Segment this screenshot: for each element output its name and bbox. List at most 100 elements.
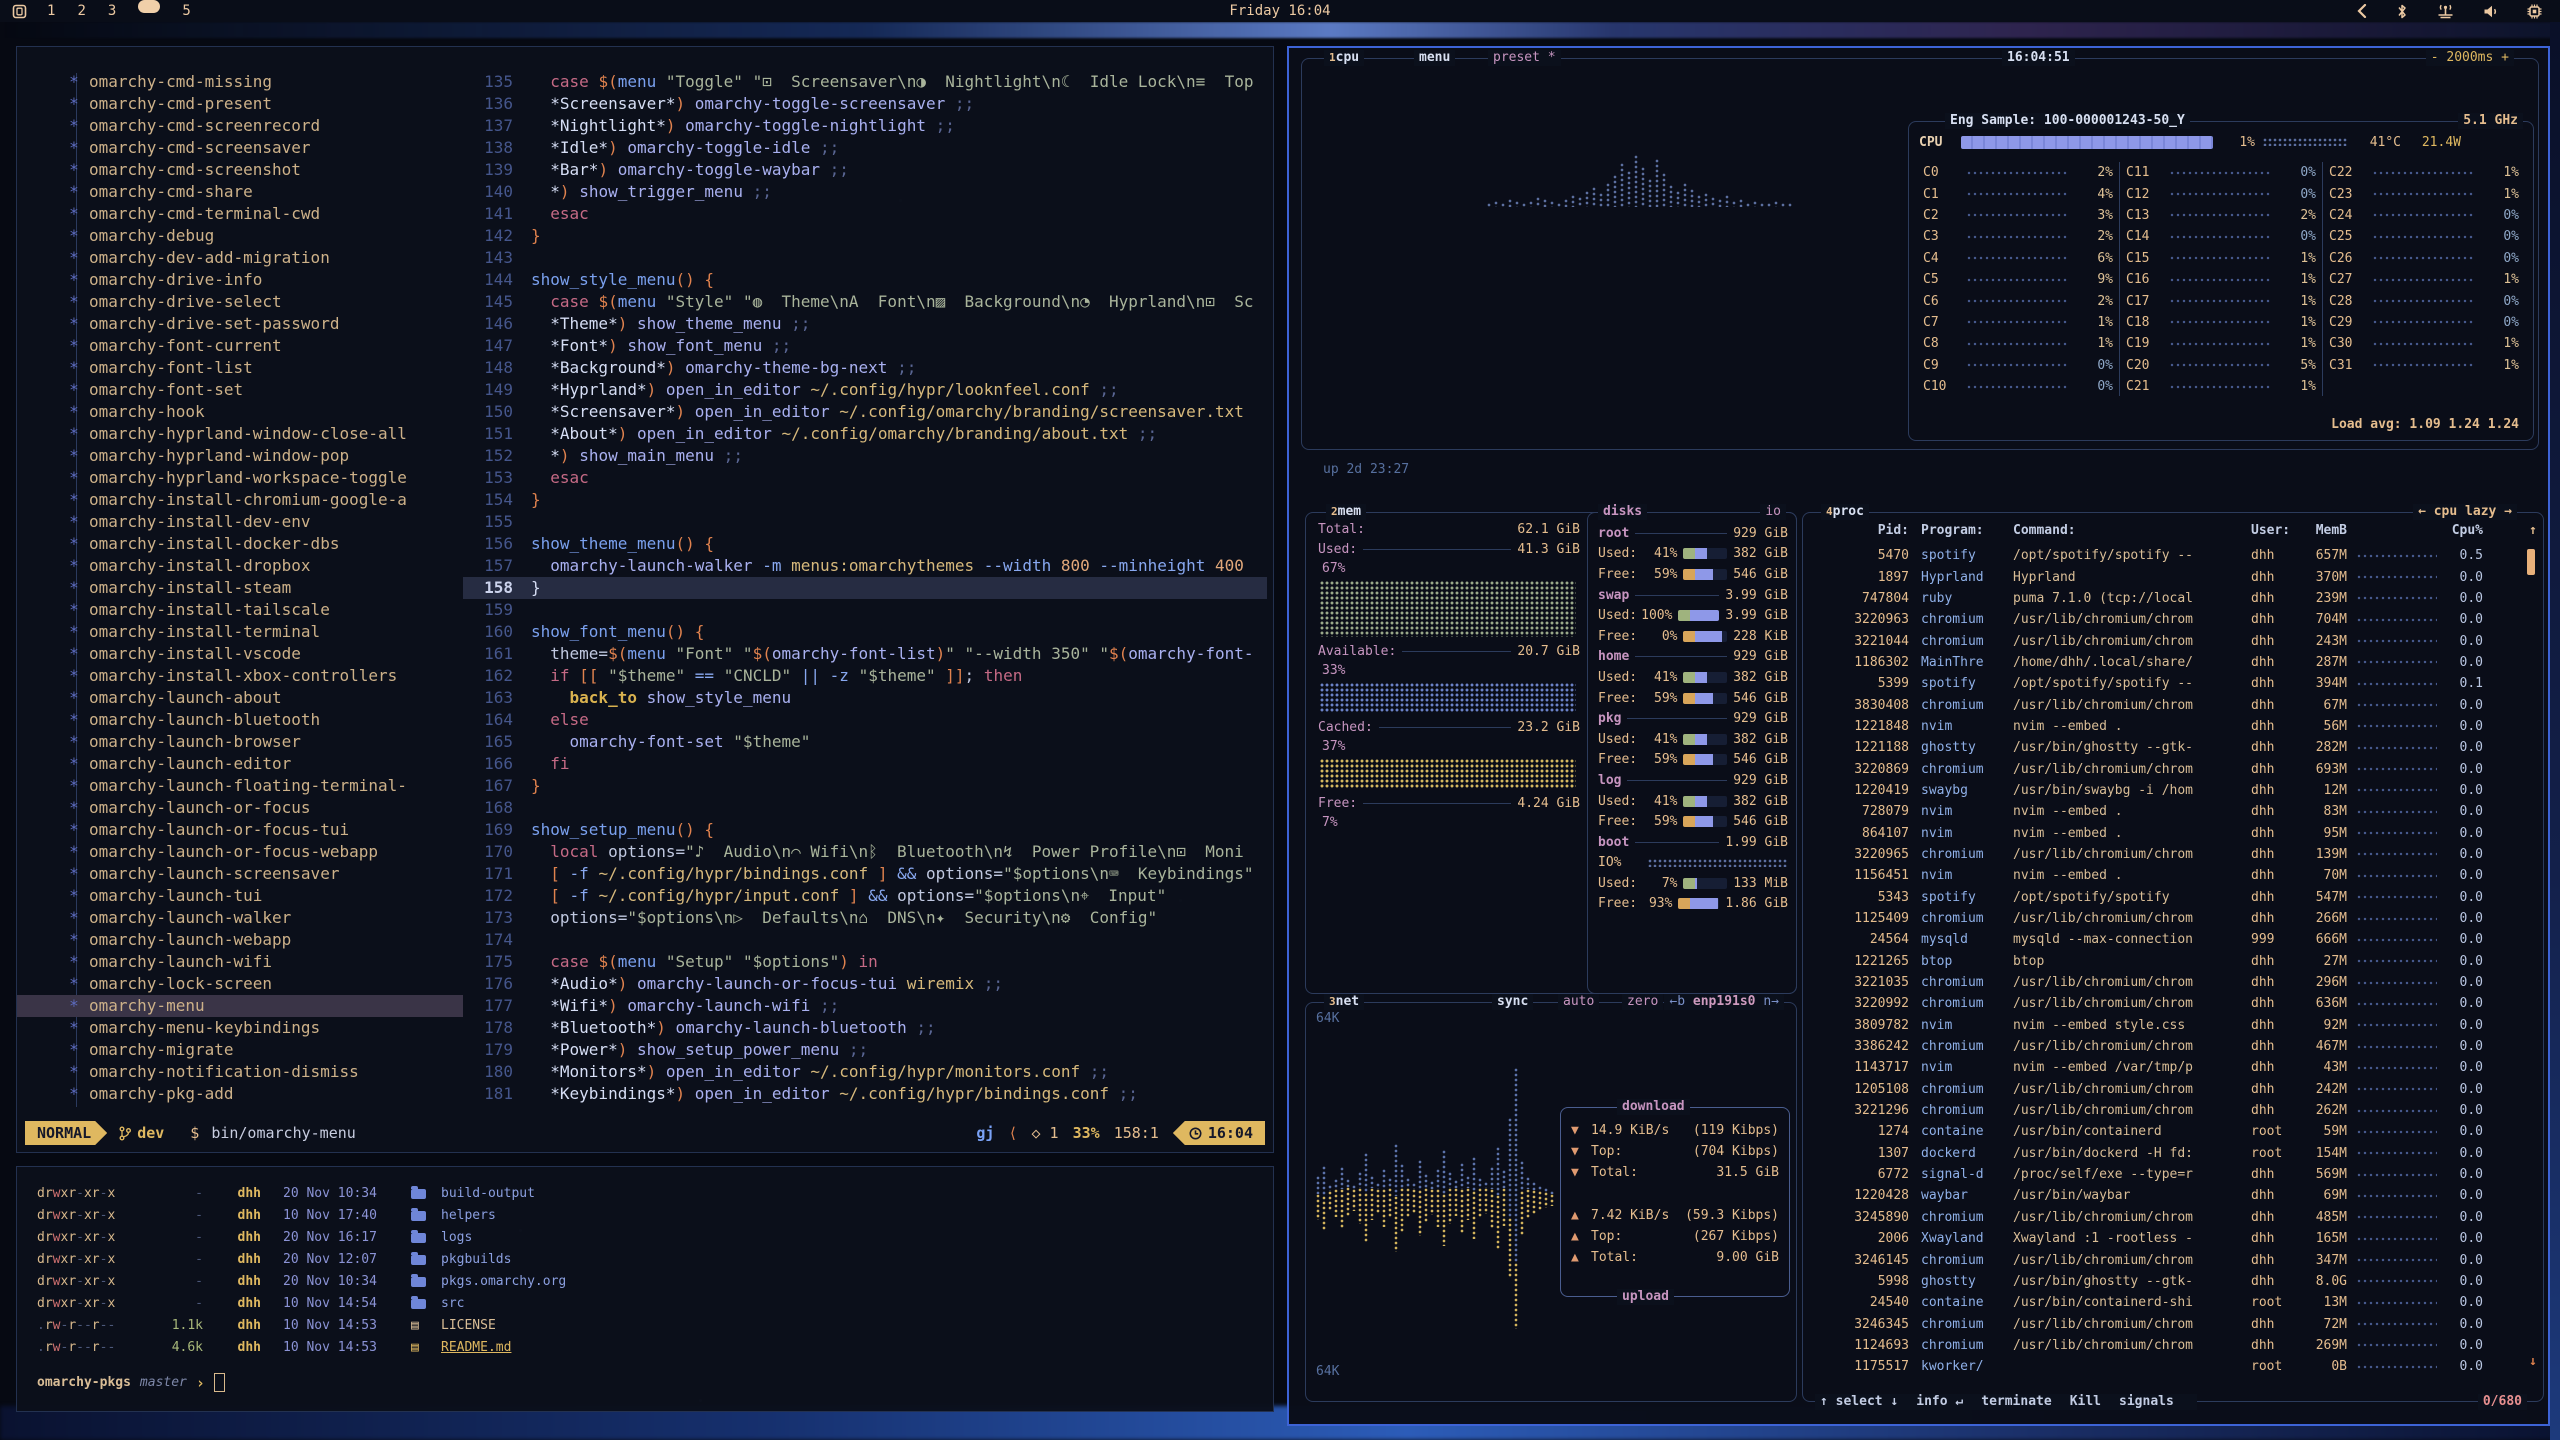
explorer-item[interactable]: *omarchy-drive-select xyxy=(17,291,463,313)
process-pid[interactable]: 728079 xyxy=(1817,804,1909,819)
process-user[interactable]: dhh xyxy=(2251,996,2297,1011)
explorer-item-label[interactable]: omarchy-drive-select xyxy=(89,291,282,313)
process-mem[interactable]: 269M xyxy=(2297,1338,2347,1353)
code-line[interactable]: 139 *Bar*) omarchy-toggle-waybar ;; xyxy=(463,159,1267,181)
line-number[interactable]: 135 xyxy=(463,71,531,93)
disk-free-row[interactable]: Free:59%546 GiB xyxy=(1598,688,1788,709)
explorer-item-label[interactable]: omarchy-install-xbox-controllers xyxy=(89,665,397,687)
disk-meter[interactable] xyxy=(1683,754,1727,765)
process-row[interactable]: 3220965chromium/usr/lib/chromium/chromdh… xyxy=(1817,844,2517,865)
process-command[interactable]: /usr/bin/ghostty --gtk- xyxy=(2013,1274,2251,1289)
network-icon[interactable] xyxy=(2436,4,2455,19)
process-cpu[interactable]: 0.0 xyxy=(2447,826,2483,841)
core-name[interactable]: C30 xyxy=(2329,336,2367,351)
process-pid[interactable]: 1156451 xyxy=(1817,868,1909,883)
mem-graph[interactable] xyxy=(1320,683,1576,713)
explorer-item-label[interactable]: omarchy-migrate xyxy=(89,1039,234,1061)
process-program[interactable]: chromium xyxy=(1921,1210,2013,1225)
process-command[interactable]: nvim --embed style.css xyxy=(2013,1018,2251,1033)
core-row[interactable]: C290% xyxy=(2329,312,2519,333)
file-size[interactable]: 4.6k xyxy=(155,1337,203,1359)
explorer-item[interactable]: *omarchy-launch-or-focus-tui xyxy=(17,819,463,841)
code-line[interactable]: 178 *Bluetooth*) omarchy-launch-bluetoot… xyxy=(463,1017,1267,1039)
core-name[interactable]: C4 xyxy=(1923,251,1961,266)
code-line[interactable]: 152 *) show_main_menu ;; xyxy=(463,445,1267,467)
process-pid[interactable]: 3220869 xyxy=(1817,762,1909,777)
process-command[interactable]: /opt/spotify/spotify -- xyxy=(2013,676,2251,691)
disk-free-row[interactable]: Free:59%546 GiB xyxy=(1598,811,1788,832)
core-name[interactable]: C20 xyxy=(2126,358,2164,373)
process-command[interactable]: /usr/bin/swaybg -i /hom xyxy=(2013,783,2251,798)
code-line[interactable]: 138 *Idle*) omarchy-toggle-idle ;; xyxy=(463,137,1267,159)
explorer-item[interactable]: *omarchy-hyprland-workspace-toggle xyxy=(17,467,463,489)
process-program[interactable]: chromium xyxy=(1921,1338,2013,1353)
code-text[interactable]: omarchy-launch-walker -m menus:omarchyth… xyxy=(531,555,1244,577)
process-user[interactable]: dhh xyxy=(2251,655,2297,670)
proc-col-user[interactable]: User: xyxy=(2251,523,2297,543)
explorer-item[interactable]: *omarchy-install-docker-dbs xyxy=(17,533,463,555)
process-user[interactable]: dhh xyxy=(2251,804,2297,819)
explorer-item-label[interactable]: omarchy-launch-webapp xyxy=(89,929,291,951)
file-marker-icon[interactable]: * xyxy=(59,357,89,379)
disks-tab[interactable]: disks xyxy=(1598,504,1647,520)
explorer-item[interactable]: *omarchy-install-terminal xyxy=(17,621,463,643)
code-line[interactable]: 135 case $(menu "Toggle" "⊡ Screensaver\… xyxy=(463,71,1267,93)
process-command[interactable]: /usr/lib/chromium/chrom xyxy=(2013,1082,2251,1097)
core-row[interactable]: C250% xyxy=(2329,226,2519,247)
process-cpu[interactable]: 0.0 xyxy=(2447,1295,2483,1310)
process-pid[interactable]: 3221035 xyxy=(1817,975,1909,990)
file-permissions[interactable]: drwxr-xr-x xyxy=(37,1249,155,1271)
file-marker-icon[interactable]: * xyxy=(59,115,89,137)
process-user[interactable]: dhh xyxy=(2251,954,2297,969)
process-mem[interactable]: 370M xyxy=(2297,570,2347,585)
process-row[interactable]: 1124693chromium/usr/lib/chromium/chromdh… xyxy=(1817,1335,2517,1356)
code-line[interactable]: 142} xyxy=(463,225,1267,247)
disk-used-row[interactable]: Used:7%133 MiB xyxy=(1598,873,1788,894)
explorer-item-label[interactable]: omarchy-cmd-present xyxy=(89,93,272,115)
folder-icon[interactable] xyxy=(411,1293,441,1315)
core-name[interactable]: C6 xyxy=(1923,294,1961,309)
explorer-item-label[interactable]: omarchy-cmd-terminal-cwd xyxy=(89,203,320,225)
net-stat-row[interactable]: ▲Top:(267 Kibps) xyxy=(1571,1226,1779,1247)
file-owner[interactable]: dhh xyxy=(203,1271,261,1293)
readme-link[interactable]: README.md xyxy=(441,1337,511,1359)
process-mem[interactable]: 154M xyxy=(2297,1146,2347,1161)
process-program[interactable]: nvim xyxy=(1921,804,2013,819)
core-name[interactable]: C19 xyxy=(2126,336,2164,351)
code-line[interactable]: 176 *Audio*) omarchy-launch-or-focus-tui… xyxy=(463,973,1267,995)
disk-meter[interactable] xyxy=(1683,631,1727,642)
process-row[interactable]: 1220419swaybg/usr/bin/swaybg -i /homdhh1… xyxy=(1817,780,2517,801)
process-program[interactable]: btop xyxy=(1921,954,2013,969)
explorer-item[interactable]: *omarchy-launch-browser xyxy=(17,731,463,753)
process-pid[interactable]: 1143717 xyxy=(1817,1060,1909,1075)
disk-meter[interactable] xyxy=(1683,734,1727,745)
code-text[interactable]: } xyxy=(531,225,541,247)
process-command[interactable]: /usr/lib/chromium/chrom xyxy=(2013,634,2251,649)
process-mem[interactable]: 467M xyxy=(2297,1039,2347,1054)
disk-io-row[interactable]: IO% xyxy=(1598,853,1788,874)
line-number[interactable]: 155 xyxy=(463,511,531,533)
code-text[interactable]: omarchy-font-set "$theme" xyxy=(531,731,810,753)
file-marker-icon[interactable]: * xyxy=(59,291,89,313)
core-row[interactable]: C171% xyxy=(2126,290,2316,311)
process-mem[interactable]: 72M xyxy=(2297,1317,2347,1332)
process-user[interactable]: dhh xyxy=(2251,1274,2297,1289)
disk-meter[interactable] xyxy=(1683,672,1727,683)
core-name[interactable]: C21 xyxy=(2126,379,2164,394)
process-command[interactable]: /opt/spotify/spotify xyxy=(2013,890,2251,905)
process-cpu[interactable]: 0.0 xyxy=(2447,698,2483,713)
line-number[interactable]: 154 xyxy=(463,489,531,511)
file-marker-icon[interactable]: * xyxy=(59,137,89,159)
io-tab[interactable]: io xyxy=(1760,504,1786,520)
code-text[interactable]: fi xyxy=(531,753,570,775)
process-program[interactable]: swaybg xyxy=(1921,783,2013,798)
process-user[interactable]: 999 xyxy=(2251,932,2297,947)
process-cpu[interactable]: 0.0 xyxy=(2447,847,2483,862)
folder-icon[interactable] xyxy=(411,1271,441,1293)
explorer-item[interactable]: *omarchy-launch-or-focus xyxy=(17,797,463,819)
proc-col-program[interactable]: Program: xyxy=(1921,523,2013,543)
core-row[interactable]: C271% xyxy=(2329,269,2519,290)
process-cpu[interactable]: 0.0 xyxy=(2447,655,2483,670)
core-usage[interactable]: 0% xyxy=(2481,315,2519,330)
process-row[interactable]: 3830408chromium/usr/lib/chromium/chromdh… xyxy=(1817,694,2517,715)
